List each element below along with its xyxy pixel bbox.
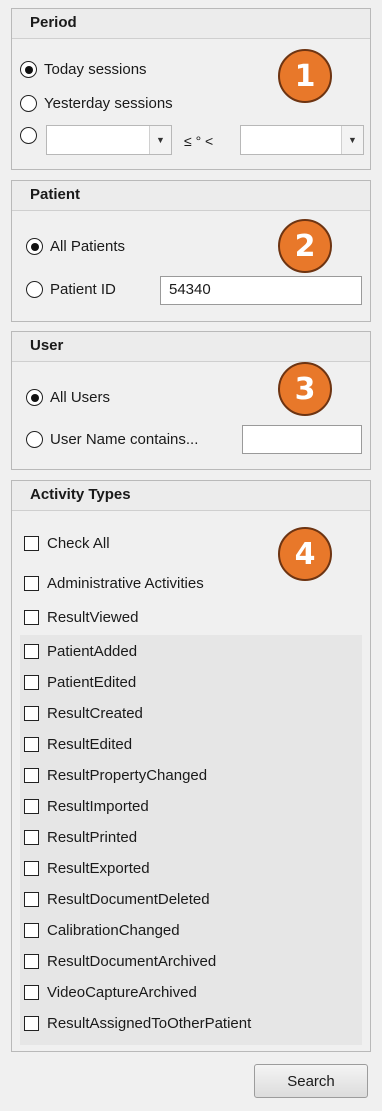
callout-badge-3: 3 [278,362,332,416]
activity-label: ResultCreated [47,705,143,722]
user-name-field[interactable] [242,425,362,454]
result-viewed-label: ResultViewed [47,609,139,626]
activity-checkbox[interactable] [24,737,39,752]
activity-checkbox[interactable] [24,861,39,876]
activity-types-panel: Activity Types Check All Administrative … [11,480,371,1052]
check-all-option[interactable]: Check All [24,535,110,552]
period-panel: Period Today sessions Yesterday sessions… [11,8,371,170]
activity-label: ResultImported [47,798,149,815]
list-item[interactable]: ResultEdited [24,736,132,753]
callout-badge-4: 4 [278,527,332,581]
activity-label: ResultDocumentArchived [47,953,217,970]
activity-label: PatientAdded [47,643,138,660]
activity-label: ResultEdited [47,736,133,753]
admin-activities-label: Administrative Activities [47,575,204,592]
result-viewed-checkbox[interactable] [24,610,39,625]
patient-id-radio[interactable] [26,281,43,298]
range-end-combo[interactable]: ▼ [240,125,364,155]
yesterday-sessions-option[interactable]: Yesterday sessions [20,95,173,112]
list-item[interactable]: ResultPrinted [24,829,137,846]
list-item[interactable]: ResultPropertyChanged [24,767,207,784]
today-sessions-label: Today sessions [44,61,147,78]
activity-checkbox[interactable] [24,892,39,907]
patient-header: Patient [12,181,370,211]
activity-label: ResultAssignedToOtherPatient [47,1015,252,1032]
activity-checkbox[interactable] [24,768,39,783]
chevron-down-icon[interactable]: ▼ [149,126,171,154]
range-separator: ≤ ° < [184,133,214,149]
list-item[interactable]: PatientEdited [24,674,136,691]
check-all-label: Check All [47,535,110,552]
activity-label: ResultPrinted [47,829,138,846]
callout-badge-2: 2 [278,219,332,273]
activity-label: ResultExported [47,860,150,877]
all-patients-option[interactable]: All Patients [26,238,125,255]
list-item[interactable]: ResultDocumentArchived [24,953,216,970]
user-panel: User All Users User Name contains... 3 [11,331,371,470]
activity-checkbox[interactable] [24,706,39,721]
chevron-down-icon[interactable]: ▼ [341,126,363,154]
custom-range-option[interactable] [20,127,44,144]
activity-label: PatientEdited [47,674,137,691]
user-header: User [12,332,370,362]
activity-types-header: Activity Types [12,481,370,511]
patient-id-option[interactable]: Patient ID [26,281,116,298]
activity-label: CalibrationChanged [47,922,180,939]
all-users-label: All Users [50,389,111,406]
patient-id-field[interactable]: 54340 [160,276,362,305]
activity-label: VideoCaptureArchived [47,984,197,1001]
custom-range-radio[interactable] [20,127,37,144]
today-sessions-option[interactable]: Today sessions [20,61,147,78]
user-name-option[interactable]: User Name contains... [26,431,198,448]
list-item[interactable]: ResultAssignedToOtherPatient [24,1015,251,1032]
admin-activities-option[interactable]: Administrative Activities [24,575,204,592]
list-item[interactable]: ResultImported [24,798,149,815]
all-patients-radio[interactable] [26,238,43,255]
list-item[interactable]: ResultDocumentDeleted [24,891,210,908]
patient-panel: Patient All Patients Patient ID 54340 2 [11,180,371,322]
activity-checkbox[interactable] [24,830,39,845]
all-patients-label: All Patients [50,238,126,255]
activity-checkbox[interactable] [24,644,39,659]
list-item[interactable]: CalibrationChanged [24,922,180,939]
user-name-radio[interactable] [26,431,43,448]
list-item[interactable]: PatientAdded [24,643,137,660]
search-button[interactable]: Search [254,1064,368,1098]
activity-checkbox[interactable] [24,675,39,690]
patient-id-label: Patient ID [50,281,116,298]
activity-checkbox[interactable] [24,799,39,814]
yesterday-sessions-label: Yesterday sessions [44,95,173,112]
list-item[interactable]: ResultExported [24,860,150,877]
result-viewed-option[interactable]: ResultViewed [24,609,138,626]
period-header: Period [12,9,370,39]
activity-list: PatientAdded PatientEdited ResultCreated… [20,635,362,1045]
list-item[interactable]: VideoCaptureArchived [24,984,197,1001]
check-all-checkbox[interactable] [24,536,39,551]
activity-checkbox[interactable] [24,954,39,969]
range-start-combo[interactable]: ▼ [46,125,172,155]
activity-checkbox[interactable] [24,1016,39,1031]
activity-label: ResultPropertyChanged [47,767,208,784]
today-sessions-radio[interactable] [20,61,37,78]
user-name-label: User Name contains... [50,431,199,448]
admin-activities-checkbox[interactable] [24,576,39,591]
list-item[interactable]: ResultCreated [24,705,143,722]
yesterday-sessions-radio[interactable] [20,95,37,112]
all-users-option[interactable]: All Users [26,389,110,406]
all-users-radio[interactable] [26,389,43,406]
activity-label: ResultDocumentDeleted [47,891,210,908]
callout-badge-1: 1 [278,49,332,103]
activity-checkbox[interactable] [24,985,39,1000]
activity-checkbox[interactable] [24,923,39,938]
